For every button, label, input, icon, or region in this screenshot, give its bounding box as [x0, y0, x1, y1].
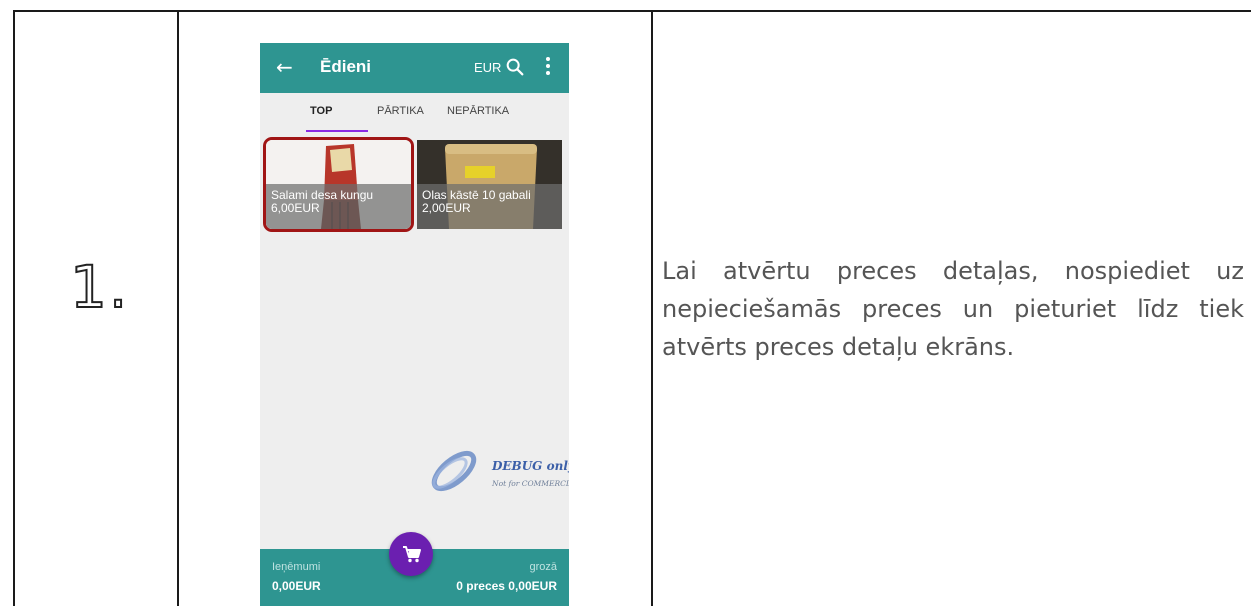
search-icon[interactable]	[504, 56, 526, 78]
phone-screenshot: ← Ēdieni EUR TOP PĀRTIKA NEPĀRTIKA Salam…	[260, 43, 569, 606]
debug-watermark: DEBUG only Not for COMMERCIAL	[431, 450, 569, 492]
category-tabs: TOP PĀRTIKA NEPĀRTIKA	[260, 93, 569, 133]
active-tab-indicator	[306, 130, 368, 132]
currency-button[interactable]: EUR	[474, 60, 501, 75]
product-price: 2,00EUR	[422, 201, 471, 215]
table-divider-2	[651, 10, 653, 606]
shopping-cart-icon	[403, 546, 421, 563]
arrow-left-icon[interactable]: ←	[276, 55, 293, 79]
table-divider-1	[177, 10, 179, 606]
cart-label: grozā	[529, 561, 557, 573]
product-caption: Salami desa kungu 6,00EUR	[266, 184, 411, 229]
watermark-line1: DEBUG only	[491, 459, 569, 473]
product-caption: Olas kāstē 10 gabali 2,00EUR	[417, 184, 562, 229]
step-number: 1.	[69, 253, 130, 321]
product-card[interactable]: Salami desa kungu 6,00EUR	[263, 137, 414, 232]
revenue-value: 0,00EUR	[272, 579, 321, 593]
cart-value: 0 preces 0,00EUR	[456, 579, 557, 593]
tab-nepartika[interactable]: NEPĀRTIKA	[447, 105, 509, 117]
tab-top[interactable]: TOP	[310, 105, 332, 117]
revenue-label: Ieņēmumi	[272, 561, 321, 573]
product-price: 6,00EUR	[271, 201, 320, 215]
product-card[interactable]: Olas kāstē 10 gabali 2,00EUR	[417, 140, 562, 229]
tab-partika[interactable]: PĀRTIKA	[377, 105, 424, 117]
more-vertical-icon[interactable]	[545, 57, 551, 77]
app-bar: ← Ēdieni EUR	[260, 43, 569, 93]
watermark-line2: Not for COMMERCIAL	[491, 479, 569, 488]
step-description: Lai atvērtu preces detaļas, nospiediet u…	[662, 257, 1244, 361]
table-left-border	[13, 10, 15, 606]
app-title: Ēdieni	[320, 57, 372, 76]
instruction-table: 1. Lai atvērtu preces detaļas, nospiedie…	[0, 0, 1251, 606]
table-top-border	[13, 10, 1251, 12]
cart-fab-button[interactable]	[389, 532, 433, 576]
